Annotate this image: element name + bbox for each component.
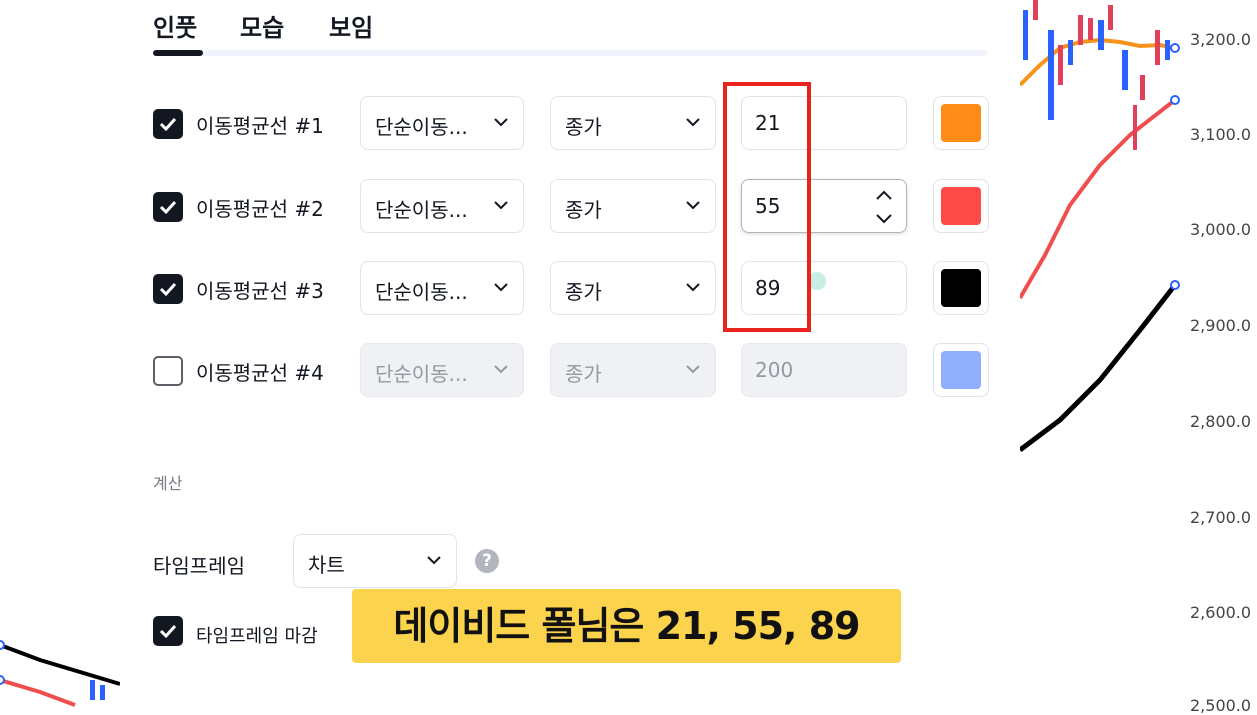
tab-inputs[interactable]: 인풋: [153, 8, 197, 43]
candles-right: [1023, 0, 1170, 150]
color-fill: [941, 269, 981, 307]
ma-1-color-swatch[interactable]: [933, 96, 989, 150]
ma-row-3: 이동평균선 #3 단순이동... 종가 89: [153, 261, 993, 317]
chevron-down-icon: [494, 118, 508, 127]
ma-4-type-select[interactable]: 단순이동...: [360, 343, 524, 397]
ma-row-4: 이동평균선 #4 단순이동... 종가 200: [153, 343, 993, 399]
color-fill: [941, 187, 981, 225]
highlight-box: [723, 82, 811, 332]
timeframe-close-label: 타임프레임 마감: [196, 626, 318, 647]
ma-3-color-swatch[interactable]: [933, 261, 989, 315]
active-tab-indicator: [153, 50, 203, 56]
ma-2-checkbox[interactable]: [153, 192, 183, 222]
ma-89-line: [1018, 283, 1177, 452]
chevron-down-icon: [494, 365, 508, 374]
ma-3-source-select[interactable]: 종가: [550, 261, 716, 315]
ma-4-source-value: 종가: [565, 362, 602, 386]
ma-3-label: 이동평균선 #3: [196, 279, 324, 303]
ma-2-label: 이동평균선 #2: [196, 197, 324, 221]
ma-3-source-value: 종가: [565, 280, 602, 304]
video-caption: 데이비드 폴님은 21, 55, 89: [352, 589, 901, 663]
ma-3-type-value: 단순이동...: [375, 280, 468, 304]
timeframe-value: 차트: [308, 553, 345, 577]
ma-1-source-select[interactable]: 종가: [550, 96, 716, 150]
ma-3-checkbox[interactable]: [153, 274, 183, 304]
ma-1-source-value: 종가: [565, 115, 602, 139]
checkmark-icon: [159, 117, 177, 132]
question-icon[interactable]: ?: [475, 549, 499, 573]
stepper-arrows-icon[interactable]: [874, 186, 894, 228]
price-label: 2,900.0: [1190, 316, 1252, 335]
color-fill: [941, 104, 981, 142]
ma-21-line: [1018, 37, 1176, 87]
ma-4-length-input[interactable]: 200: [741, 343, 907, 397]
tab-visibility[interactable]: 보임: [329, 8, 373, 43]
ma-1-type-select[interactable]: 단순이동...: [360, 96, 524, 150]
chevron-down-icon: [686, 201, 700, 210]
ma-4-length-value: 200: [755, 358, 794, 382]
ma-3-type-select[interactable]: 단순이동...: [360, 261, 524, 315]
ma-2-source-select[interactable]: 종가: [550, 179, 716, 233]
ma-55-line: [1018, 98, 1177, 300]
ma-left-red: [0, 678, 76, 707]
chevron-down-icon: [686, 283, 700, 292]
ma-row-2: 이동평균선 #2 단순이동... 종가 55: [153, 179, 993, 235]
tab-style[interactable]: 모습: [240, 8, 284, 43]
ma-4-type-value: 단순이동...: [375, 362, 468, 386]
price-label: 2,600.0: [1190, 603, 1252, 622]
ma-left-black: [0, 643, 121, 686]
chevron-down-icon: [427, 556, 441, 565]
chevron-down-icon: [494, 283, 508, 292]
checkmark-icon: [159, 624, 177, 639]
timeframe-select[interactable]: 차트: [293, 534, 457, 588]
ma-2-type-select[interactable]: 단순이동...: [360, 179, 524, 233]
tab-bar-track: [153, 50, 987, 56]
color-fill: [941, 351, 981, 389]
chevron-down-icon: [686, 118, 700, 127]
ma-1-checkbox[interactable]: [153, 109, 183, 139]
checkmark-icon: [159, 200, 177, 215]
price-label: 3,100.0: [1190, 125, 1252, 144]
ma-1-type-value: 단순이동...: [375, 115, 468, 139]
ma-1-label: 이동평균선 #1: [196, 114, 324, 138]
timeframe-close-checkbox[interactable]: [153, 616, 183, 646]
ma-row-1: 이동평균선 #1 단순이동... 종가 21: [153, 96, 993, 152]
price-label: 3,000.0: [1190, 220, 1252, 239]
ma-2-type-value: 단순이동...: [375, 198, 468, 222]
ma-2-source-value: 종가: [565, 198, 602, 222]
price-label: 2,800.0: [1190, 412, 1252, 431]
price-label: 3,200.0: [1190, 30, 1252, 49]
price-label: 2,500.0: [1190, 696, 1252, 715]
ma-4-color-swatch[interactable]: [933, 343, 989, 397]
chevron-down-icon: [686, 365, 700, 374]
price-label: 2,700.0: [1190, 508, 1252, 527]
chevron-down-icon: [494, 201, 508, 210]
checkmark-icon: [159, 282, 177, 297]
timeframe-label: 타임프레임: [153, 554, 245, 578]
ma-4-label: 이동평균선 #4: [196, 361, 324, 385]
ma-2-color-swatch[interactable]: [933, 179, 989, 233]
ma-4-source-select[interactable]: 종가: [550, 343, 716, 397]
calc-section-label: 계산: [153, 474, 183, 493]
ma-4-checkbox[interactable]: [153, 356, 183, 386]
